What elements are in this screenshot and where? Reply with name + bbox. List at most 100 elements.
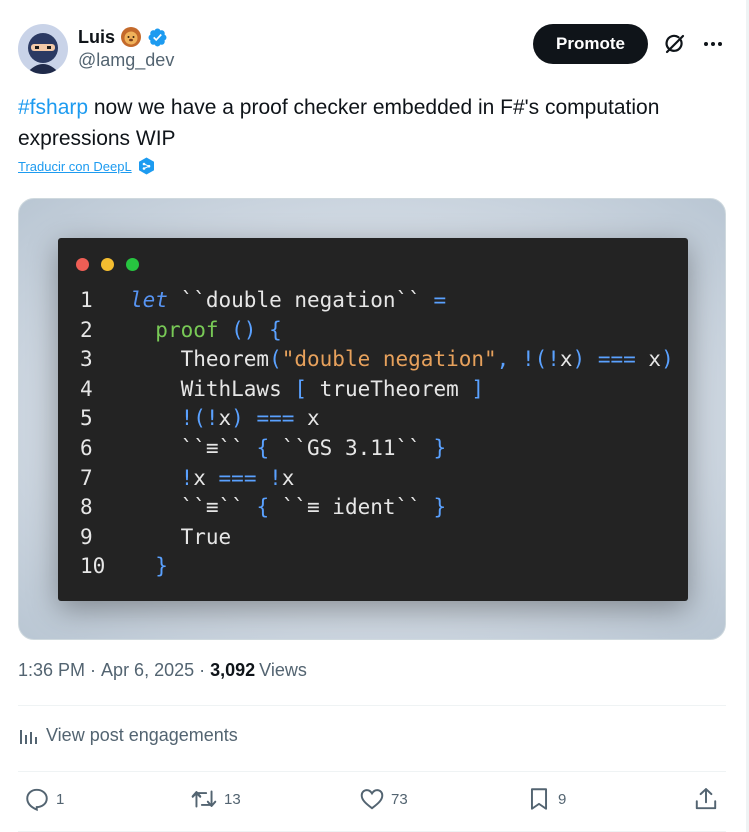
post-date[interactable]: Apr 6, 2025 xyxy=(101,660,194,681)
code-line: 10 } xyxy=(58,554,168,584)
code-token: Theorem xyxy=(130,347,270,372)
code-token: [ xyxy=(294,376,308,401)
repost-button[interactable]: 13 xyxy=(190,786,241,812)
heart-icon xyxy=(360,789,384,810)
like-count: 73 xyxy=(391,790,408,808)
view-engagements-label[interactable]: View post engagements xyxy=(46,725,238,746)
avatar[interactable] xyxy=(18,24,68,74)
code-token: === xyxy=(218,465,257,490)
window-maximize-dot xyxy=(126,258,139,271)
repost-count: 13 xyxy=(224,790,241,808)
promote-button[interactable]: Promote xyxy=(533,24,648,64)
share-icon xyxy=(695,788,717,810)
code-token: x xyxy=(281,465,295,490)
code-token: () { xyxy=(218,317,282,342)
code-token: ) xyxy=(661,347,674,372)
code-token: x xyxy=(193,465,219,490)
view-engagements-link[interactable]: View post engagements xyxy=(18,725,238,746)
code-token: WithLaws xyxy=(130,376,295,401)
code-token: !(! xyxy=(180,406,219,431)
code-token: trueTheorem xyxy=(307,376,472,401)
code-token: } xyxy=(433,436,447,460)
post-meta: 1:36 PM · Apr 6, 2025 · 3,092 Views xyxy=(18,660,307,681)
author-handle[interactable]: @lamg_dev xyxy=(78,50,174,71)
code-token: ``≡`` xyxy=(130,495,257,520)
repost-icon xyxy=(191,790,217,808)
line-number: 3 xyxy=(80,347,93,372)
code-token: ``double negation`` xyxy=(167,288,434,312)
code-token: let xyxy=(130,288,168,312)
translate-label[interactable]: Traducir con DeepL xyxy=(18,159,132,174)
reply-icon xyxy=(26,788,48,812)
code-text: proof () { xyxy=(130,317,282,348)
bookmark-count: 9 xyxy=(558,790,567,808)
code-token: === xyxy=(597,347,636,372)
analytics-icon xyxy=(20,729,37,744)
line-number: 1 xyxy=(80,288,93,312)
avatar-image xyxy=(18,24,68,74)
code-line: 1 let ``double negation`` = xyxy=(58,288,446,318)
code-token: x xyxy=(635,347,662,372)
code-window: 1 let ``double negation`` = 2 proof () {3 … xyxy=(58,238,688,601)
views-count: 3,092 xyxy=(210,660,256,680)
line-number: 9 xyxy=(80,524,93,549)
bookmark-icon xyxy=(530,788,548,810)
views-label: Views xyxy=(259,660,307,680)
line-number: 2 xyxy=(80,317,93,342)
lion-emoji-icon xyxy=(120,26,142,48)
like-button[interactable]: 73 xyxy=(359,786,408,812)
code-token: "double negation" xyxy=(281,347,497,372)
code-line: 3 Theorem("double negation", !(!x) === x… xyxy=(58,347,674,377)
bookmark-button[interactable]: 9 xyxy=(526,786,566,812)
meta-separator: · xyxy=(194,660,211,680)
meta-separator: · xyxy=(85,660,102,680)
more-options-icon[interactable] xyxy=(701,32,725,56)
code-token: ( xyxy=(269,347,282,372)
code-token: proof xyxy=(155,317,219,342)
post-actions: 1 13 73 9 xyxy=(18,786,726,818)
reply-count: 1 xyxy=(56,790,65,808)
line-number: 6 xyxy=(80,436,93,460)
divider xyxy=(18,705,726,706)
code-text: !(!x) === x xyxy=(130,406,320,436)
code-text: ``≡`` { ``GS 3.11`` } xyxy=(130,436,447,466)
author-display-name[interactable]: Luis xyxy=(78,27,115,48)
code-text: ``≡`` { ``≡ ident`` } xyxy=(130,495,447,525)
line-number: 4 xyxy=(80,376,93,401)
code-token: = xyxy=(433,288,447,312)
code-token: , !(! xyxy=(496,347,560,372)
code-token: ``≡ ident`` xyxy=(269,495,434,520)
code-line: 4 WithLaws [ trueTheorem ] xyxy=(58,377,484,407)
post-text: #fsharp now we have a proof checker embe… xyxy=(18,92,718,154)
code-text: True xyxy=(130,524,232,555)
code-token: x xyxy=(559,347,573,372)
post-media-image[interactable]: 1 let ``double negation`` = 2 proof () {3 … xyxy=(18,198,726,640)
code-token: ``GS 3.11`` xyxy=(269,436,434,460)
reply-button[interactable]: 1 xyxy=(24,786,64,812)
translate-link[interactable]: Traducir con DeepL xyxy=(18,157,155,175)
code-token: ! xyxy=(180,465,194,490)
grok-icon[interactable] xyxy=(663,32,687,56)
verified-badge-icon[interactable] xyxy=(147,27,168,48)
window-close-dot xyxy=(76,258,89,271)
share-button[interactable] xyxy=(693,786,719,812)
code-line: 2 proof () { xyxy=(58,318,282,348)
divider xyxy=(18,771,726,772)
line-number: 10 xyxy=(80,554,106,579)
line-number: 8 xyxy=(80,495,93,520)
author-name-row[interactable]: Luis xyxy=(78,24,168,50)
deepl-icon xyxy=(138,157,154,175)
code-token: True xyxy=(130,524,232,549)
line-number: 7 xyxy=(80,465,93,490)
hashtag-link[interactable]: #fsharp xyxy=(18,96,88,119)
code-token: ) xyxy=(572,347,598,372)
code-text: } xyxy=(130,554,168,584)
post-body-text: now we have a proof checker embedded in … xyxy=(18,96,660,150)
code-line: 6 ``≡`` { ``GS 3.11`` } xyxy=(58,436,446,466)
post-time[interactable]: 1:36 PM xyxy=(18,660,85,681)
code-token: === xyxy=(256,406,295,431)
